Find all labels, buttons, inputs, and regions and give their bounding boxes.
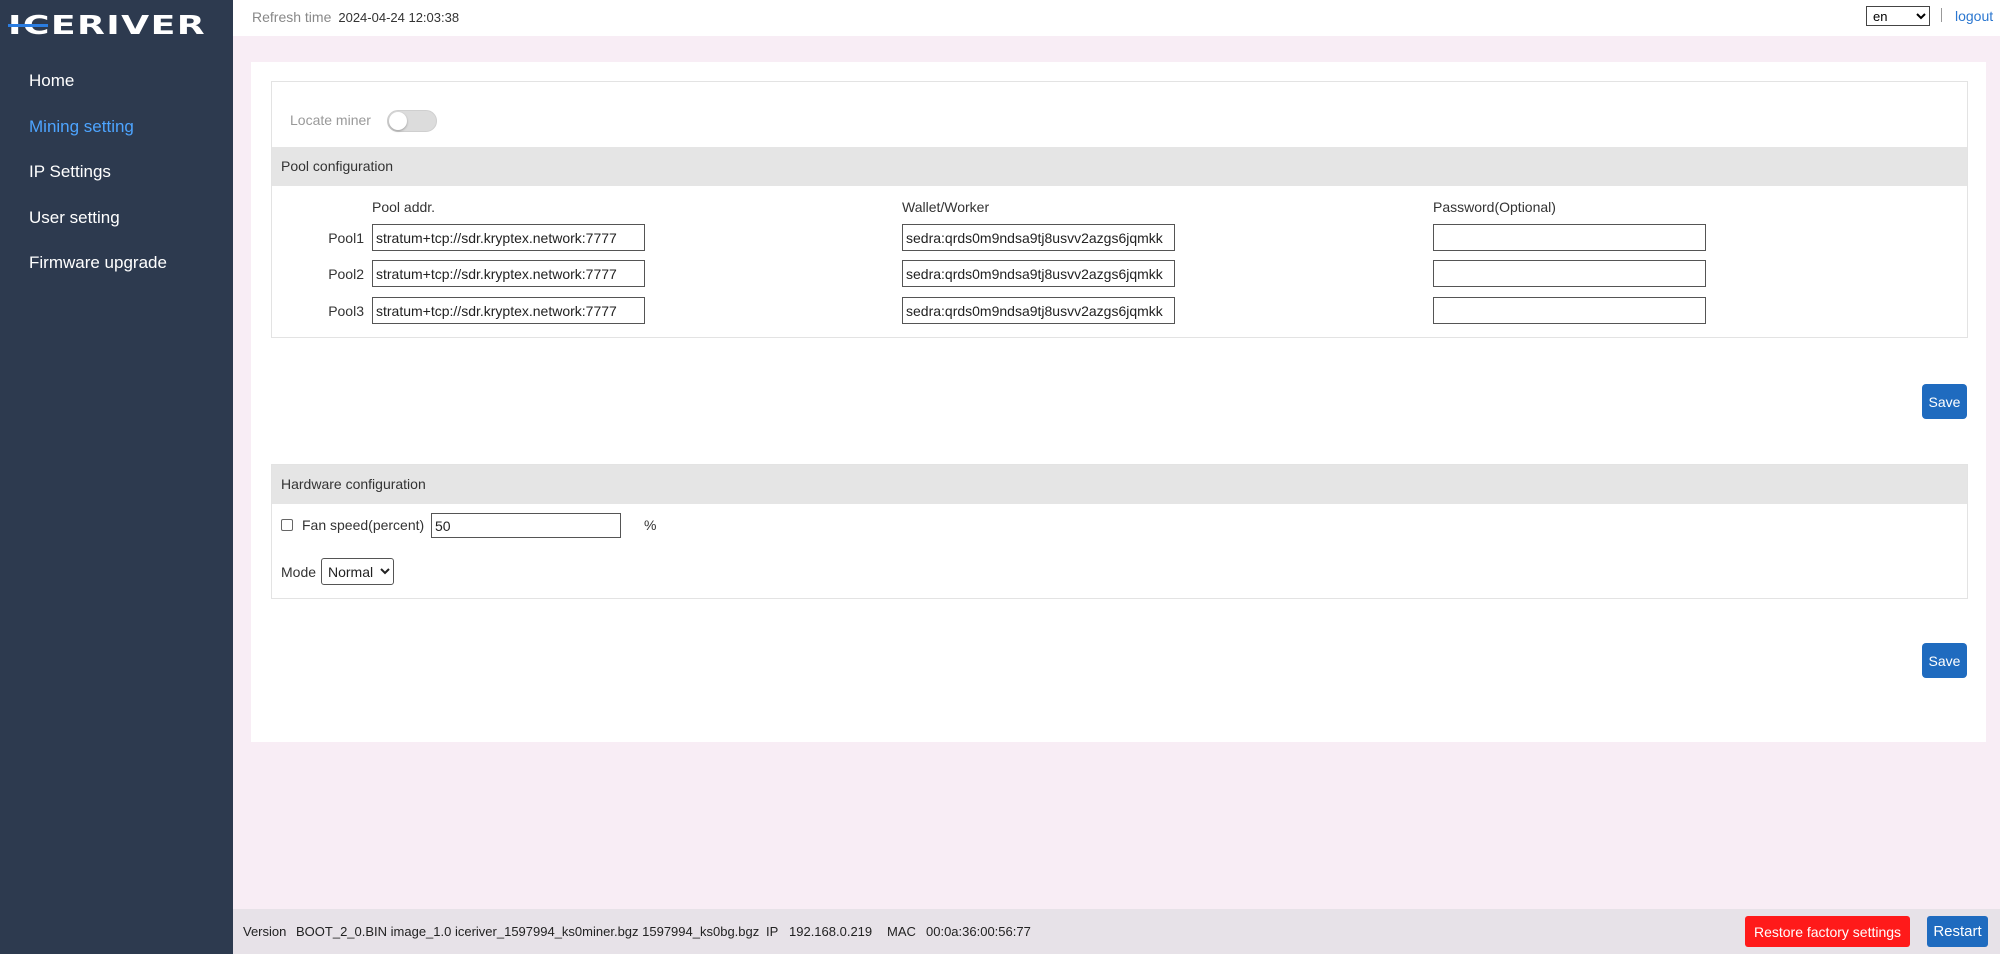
sidebar-item-firmware-upgrade[interactable]: Firmware upgrade: [0, 245, 233, 291]
fan-speed-checkbox[interactable]: [281, 519, 293, 531]
pool-label: Pool1: [328, 230, 364, 246]
pool3-password-input[interactable]: [1433, 297, 1706, 324]
pool-configuration-panel: Locate miner Pool configuration Pool add…: [271, 81, 1968, 338]
fan-speed-row: Fan speed(percent) %: [281, 513, 881, 538]
pool-configuration-title: Pool configuration: [272, 147, 1967, 186]
mining-settings-card: Locate miner Pool configuration Pool add…: [251, 62, 1986, 742]
pool2-wallet-input[interactable]: [902, 260, 1175, 287]
locate-miner-label: Locate miner: [290, 112, 371, 128]
mode-label: Mode: [281, 564, 317, 580]
sidebar-item-home[interactable]: Home: [0, 63, 233, 109]
col-pool-addr: Pool addr.: [372, 199, 436, 215]
fan-speed-input[interactable]: [431, 513, 621, 538]
pool2-password-input[interactable]: [1433, 260, 1706, 287]
sidebar-item-user-setting[interactable]: User setting: [0, 200, 233, 246]
col-wallet-worker: Wallet/Worker: [902, 199, 990, 215]
restore-factory-settings-button[interactable]: Restore factory settings: [1745, 916, 1910, 947]
pool3-addr-input[interactable]: [372, 297, 645, 324]
hardware-configuration-title: Hardware configuration: [272, 465, 1967, 504]
fan-speed-label: Fan speed(percent): [302, 517, 425, 533]
logout-link[interactable]: logout: [1955, 8, 1993, 24]
pool-save-button[interactable]: Save: [1922, 384, 1967, 419]
ip-label: IP: [766, 924, 779, 939]
mac-label: MAC: [887, 924, 916, 939]
toggle-knob: [389, 112, 407, 130]
sidebar-item-mining-setting[interactable]: Mining setting: [0, 109, 233, 155]
sidebar-item-ip-settings[interactable]: IP Settings: [0, 154, 233, 200]
version-value: BOOT_2_0.BIN image_1.0 iceriver_1597994_…: [296, 924, 760, 939]
topbar-divider: [1941, 8, 1942, 22]
col-password: Password(Optional): [1433, 199, 1556, 215]
pool-row: Pool1: [272, 224, 1967, 252]
refresh-time-label: Refresh time: [252, 9, 332, 25]
top-bar: Refresh time 2024-04-24 12:03:38 en logou…: [233, 0, 2000, 36]
pool3-wallet-input[interactable]: [902, 297, 1175, 324]
pool1-password-input[interactable]: [1433, 224, 1706, 251]
pool2-addr-input[interactable]: [372, 260, 645, 287]
sidebar: ICERIVER Home Mining setting IP Settings…: [0, 0, 233, 954]
pool-label: Pool2: [328, 266, 364, 282]
sidebar-nav: Home Mining setting IP Settings User set…: [0, 63, 233, 291]
pool-row: Pool3: [272, 297, 1967, 325]
version-label: Version: [243, 924, 287, 939]
mac-value: 00:0a:36:00:56:77: [926, 924, 1031, 939]
language-select[interactable]: en: [1866, 6, 1930, 26]
hardware-configuration-panel: Hardware configuration Fan speed(percent…: [271, 464, 1968, 599]
fan-speed-unit: %: [644, 517, 657, 533]
restart-button[interactable]: Restart: [1927, 916, 1988, 947]
ip-value: 192.168.0.219: [789, 924, 873, 939]
pool1-addr-input[interactable]: [372, 224, 645, 251]
refresh-time-value: 2024-04-24 12:03:38: [338, 10, 460, 25]
pool1-wallet-input[interactable]: [902, 224, 1175, 251]
mode-row: Mode Normal: [281, 558, 581, 586]
refresh-time: Refresh time 2024-04-24 12:03:38: [252, 9, 459, 25]
footer: Version BOOT_2_0.BIN image_1.0 iceriver_…: [233, 909, 2000, 954]
hardware-save-button[interactable]: Save: [1922, 643, 1967, 678]
pool-row: Pool2: [272, 260, 1967, 288]
iceriver-logo[interactable]: ICERIVER: [8, 10, 206, 40]
logo-accent: [8, 24, 48, 27]
mode-select[interactable]: Normal: [321, 558, 394, 585]
pool-label: Pool3: [328, 303, 364, 319]
locate-miner-toggle[interactable]: [387, 110, 437, 132]
